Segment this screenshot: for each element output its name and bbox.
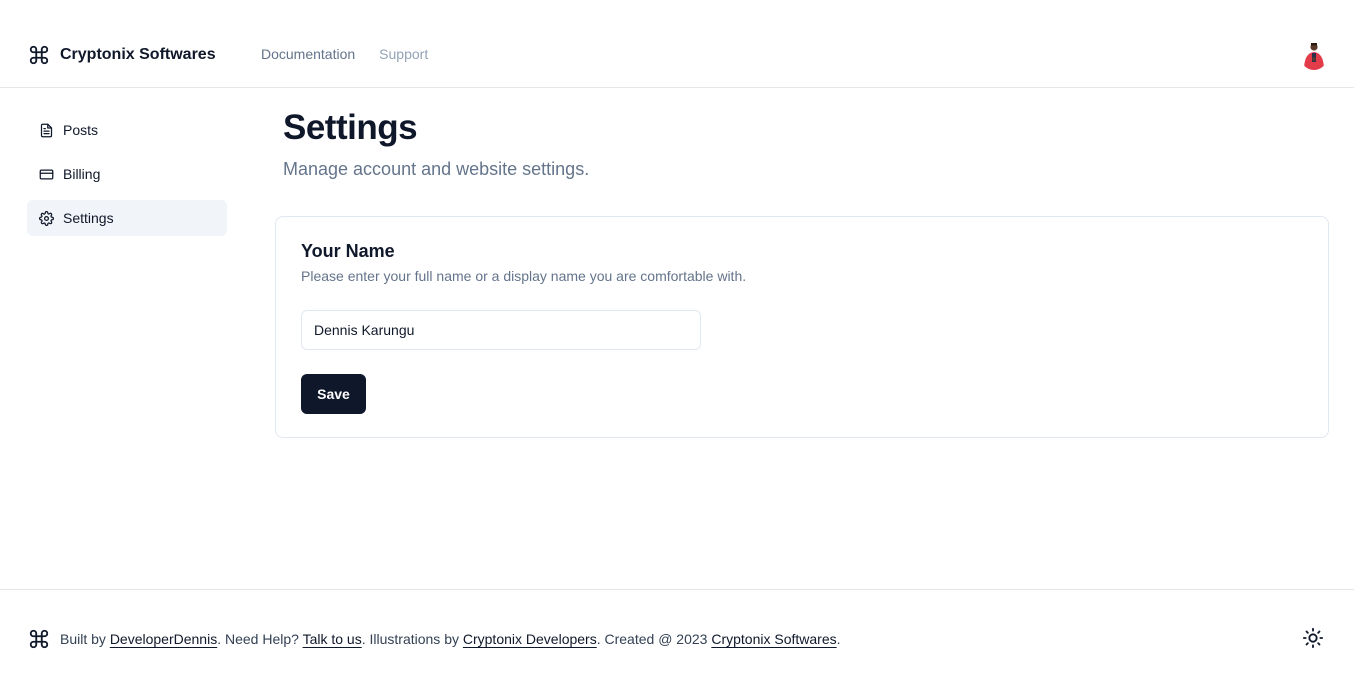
page-title: Settings xyxy=(283,108,418,147)
save-button[interactable]: Save xyxy=(301,374,366,414)
sidebar-item-label: Posts xyxy=(63,122,99,138)
footer-illustrator-link[interactable]: Cryptonix Developers xyxy=(463,631,597,647)
brand-name: Cryptonix Softwares xyxy=(60,46,216,63)
name-settings-card: Your Name Please enter your full name or… xyxy=(275,216,1329,438)
footer-company-link[interactable]: Cryptonix Softwares xyxy=(711,631,836,647)
footer-credits: Built by DeveloperDennis. Need Help? Tal… xyxy=(60,631,841,647)
name-input[interactable] xyxy=(301,310,701,350)
nav-support[interactable]: Support xyxy=(379,46,428,62)
card-title: Your Name xyxy=(301,241,395,261)
user-avatar[interactable] xyxy=(1300,40,1328,70)
command-icon xyxy=(29,629,49,649)
sidebar-item-settings[interactable]: Settings xyxy=(27,200,227,236)
footer-author-link[interactable]: DeveloperDennis xyxy=(110,631,217,647)
top-header: Cryptonix Softwares Documentation Suppor… xyxy=(0,0,1354,88)
command-icon xyxy=(29,45,49,65)
sidebar-item-label: Billing xyxy=(63,166,101,182)
nav-documentation[interactable]: Documentation xyxy=(261,46,355,62)
sun-icon xyxy=(1302,627,1324,649)
sidebar-item-billing[interactable]: Billing xyxy=(27,156,227,192)
card-description: Please enter your full name or a display… xyxy=(301,268,747,284)
gear-icon xyxy=(39,210,54,226)
theme-toggle-button[interactable] xyxy=(1302,627,1324,649)
sidebar-item-posts[interactable]: Posts xyxy=(27,112,227,148)
sidebar: Posts Billing Settings xyxy=(27,112,227,244)
top-nav: Documentation Support xyxy=(261,46,428,62)
credit-card-icon xyxy=(39,169,54,179)
footer: Built by DeveloperDennis. Need Help? Tal… xyxy=(0,589,1354,681)
footer-built-by: Built by xyxy=(60,631,106,647)
file-text-icon xyxy=(40,123,53,137)
footer-talk-link[interactable]: Talk to us xyxy=(303,631,362,647)
footer-need-help: . Need Help? xyxy=(217,631,299,647)
footer-illustrations: . Illustrations by xyxy=(361,631,459,647)
brand[interactable]: Cryptonix Softwares xyxy=(28,44,216,66)
footer-text: Built by DeveloperDennis. Need Help? Tal… xyxy=(28,628,841,650)
page-subtitle: Manage account and website settings. xyxy=(283,159,590,179)
footer-created: . Created @ 2023 xyxy=(596,631,708,647)
sidebar-item-label: Settings xyxy=(63,210,114,226)
footer-end: . xyxy=(836,631,841,647)
